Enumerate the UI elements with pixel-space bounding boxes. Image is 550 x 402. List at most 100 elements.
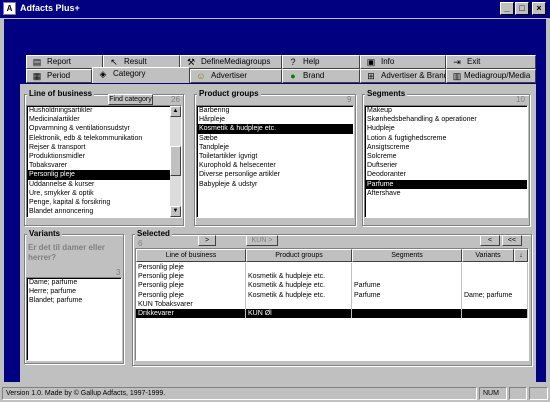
table-cell	[246, 299, 352, 309]
minimize-button[interactable]: _	[500, 2, 514, 15]
segments-list[interactable]: Makeup Skønhedsbehandling & operationer Hu…	[364, 105, 528, 218]
table-row[interactable]: Personlig pleje Kosmetik & hudpleje etc.	[136, 272, 528, 282]
lob-item[interactable]: Ure, smykker & optik	[27, 189, 181, 198]
table-row[interactable]: Personlig pleje	[136, 263, 528, 273]
lob-item[interactable]: Husholdningsartikler	[27, 106, 181, 115]
table-row[interactable]: KUN Tobaksvarer	[136, 299, 528, 309]
lob-item[interactable]: Opvarmning & ventilationsudstyr	[27, 124, 181, 133]
product-group-item[interactable]: Sæbe	[197, 134, 353, 143]
tab-advertiser-brand[interactable]: ⊞ Advertiser & Brand	[360, 69, 448, 83]
table-cell: Kosmetik & hudpleje etc.	[246, 272, 352, 282]
tab-info[interactable]: ▣ Info	[360, 55, 446, 69]
table-cell	[352, 272, 462, 282]
tab-period[interactable]: ▦ Period	[26, 69, 92, 83]
table-cell	[246, 263, 352, 273]
variant-item[interactable]: Herre; parfume	[27, 287, 121, 296]
product-group-item[interactable]: Diverse personlige artikler	[197, 170, 353, 179]
lob-item[interactable]: Uddannelse & kurser	[27, 180, 181, 189]
tab-brand[interactable]: ● Brand	[282, 69, 360, 83]
lob-item[interactable]: Personlig pleje	[27, 170, 181, 180]
table-row[interactable]: Personlig pleje Kosmetik & hudpleje etc. P…	[136, 281, 528, 291]
col-line-of-business[interactable]: Line of business	[136, 249, 246, 262]
sort-arrow-icon[interactable]: ↓	[514, 249, 528, 262]
segment-item[interactable]: Parfume	[365, 179, 527, 189]
lob-item[interactable]: Tobaksvarer	[27, 161, 181, 170]
table-cell: Personlig pleje	[136, 263, 246, 273]
product-groups-list[interactable]: Barbering Hårpleje Kosmetik & hudpleje etc…	[196, 105, 354, 218]
segment-item[interactable]: Ansigtscreme	[365, 143, 527, 152]
table-cell	[352, 309, 462, 319]
lob-item[interactable]: Produktionsmidler	[27, 152, 181, 161]
table-cell	[462, 299, 528, 309]
variants-list[interactable]: Dame; parfume Herre; parfume Blandet; parf…	[26, 277, 122, 361]
help-icon: ?	[290, 57, 296, 67]
table-cell: Personlig pleje	[136, 281, 246, 291]
col-variants[interactable]: Variants	[462, 249, 514, 262]
media-icon: ▥	[452, 71, 462, 81]
table-cell: KUN Tobaksvarer	[136, 299, 246, 309]
close-button[interactable]: ×	[532, 2, 546, 15]
table-cell: Kosmetik & hudpleje etc.	[246, 281, 352, 291]
tools-icon: ⚒	[186, 57, 196, 67]
table-cell: Parfume	[352, 290, 462, 300]
selected-grid[interactable]: Line of business Product groups Segments…	[135, 248, 529, 361]
network-icon: ⊞	[367, 71, 375, 81]
segment-item[interactable]: Skønhedsbehandling & operationer	[365, 115, 527, 124]
segment-item[interactable]: Lotion & fugtighedscreme	[365, 134, 527, 143]
table-cell	[462, 272, 528, 282]
table-row[interactable]: Personlig pleje Kosmetik & hudpleje etc. P…	[136, 290, 528, 300]
kun-button[interactable]: KUN >	[246, 235, 278, 246]
product-group-item[interactable]: Kosmetik & hudpleje etc.	[197, 124, 353, 134]
status-text: Version 1.0. Made by © Gallup Adfacts, 1…	[2, 387, 477, 400]
col-segments[interactable]: Segments	[352, 249, 462, 262]
lob-item[interactable]: Rejser & transport	[27, 143, 181, 152]
prev-button[interactable]: <	[480, 235, 500, 246]
selected-title: Selected	[135, 229, 172, 238]
segment-item[interactable]: Aftershave	[365, 189, 527, 198]
next-button[interactable]: >	[198, 235, 216, 246]
tab-definemediagroups[interactable]: ⚒ DefineMediagroups	[180, 55, 282, 69]
variant-item[interactable]: Dame; parfume	[27, 278, 121, 287]
segments-title: Segments	[365, 89, 408, 98]
segment-item[interactable]: Deodoranter	[365, 170, 527, 179]
first-button[interactable]: <<	[502, 235, 522, 246]
col-product-groups[interactable]: Product groups	[246, 249, 352, 262]
segment-item[interactable]: Hudpleje	[365, 124, 527, 133]
status-panel-empty-1	[509, 387, 527, 400]
maximize-button[interactable]: □	[515, 2, 529, 15]
tab-exit[interactable]: ⇥ Exit	[446, 55, 536, 69]
product-group-item[interactable]: Tandpleje	[197, 143, 353, 152]
info-icon: ▣	[366, 57, 376, 67]
report-icon: ▤	[32, 57, 42, 67]
variant-item[interactable]: Blandet; parfume	[27, 296, 121, 305]
app-window: A Adfacts Plus+ _ □ × ▤ Report ↖ Result …	[0, 0, 550, 402]
lob-item[interactable]: Blandet annoncering	[27, 207, 181, 216]
lob-item[interactable]: Medicinalartikler	[27, 115, 181, 124]
lob-scrollbar[interactable]: ▲ ▼	[170, 106, 181, 217]
table-cell: Drikkevarer	[136, 309, 246, 319]
table-cell: Dame; parfume	[462, 290, 528, 300]
lob-item[interactable]: Elektronik, edb & telekommunikation	[27, 134, 181, 143]
product-group-item[interactable]: Barbering	[197, 106, 353, 115]
product-groups-title: Product groups	[197, 89, 261, 98]
product-group-item[interactable]: Hårpleje	[197, 115, 353, 124]
product-group-item[interactable]: Kurophold & helsecenter	[197, 161, 353, 170]
table-cell: Kosmetik & hudpleje etc.	[246, 290, 352, 300]
lob-item[interactable]: Penge, kapital & forsikring	[27, 198, 181, 207]
line-of-business-list[interactable]: Husholdningsartikler Medicinalartikler Opv…	[26, 105, 182, 218]
tab-mediagroup-media[interactable]: ▥ Mediagroup/Media	[446, 69, 536, 83]
product-group-item[interactable]: Babypleje & udstyr	[197, 180, 353, 189]
product-group-item[interactable]: Toiletartikler ígvrigt	[197, 152, 353, 161]
table-row[interactable]: Drikkevarer KUN Øl	[136, 309, 528, 319]
scroll-down-icon[interactable]: ▼	[170, 206, 181, 217]
segment-item[interactable]: Solcreme	[365, 152, 527, 161]
scroll-thumb[interactable]	[170, 146, 181, 176]
tab-help[interactable]: ? Help	[282, 55, 360, 69]
tab-category[interactable]: ◈ Category	[92, 67, 190, 83]
find-category-button[interactable]: Find category	[108, 94, 153, 105]
segment-item[interactable]: Makeup	[365, 106, 527, 115]
tab-advertiser[interactable]: ☺ Advertiser	[190, 69, 282, 83]
variants-question: Er det til damer eller herrer?	[28, 243, 105, 262]
segment-item[interactable]: Duftserier	[365, 161, 527, 170]
scroll-up-icon[interactable]: ▲	[170, 106, 181, 117]
